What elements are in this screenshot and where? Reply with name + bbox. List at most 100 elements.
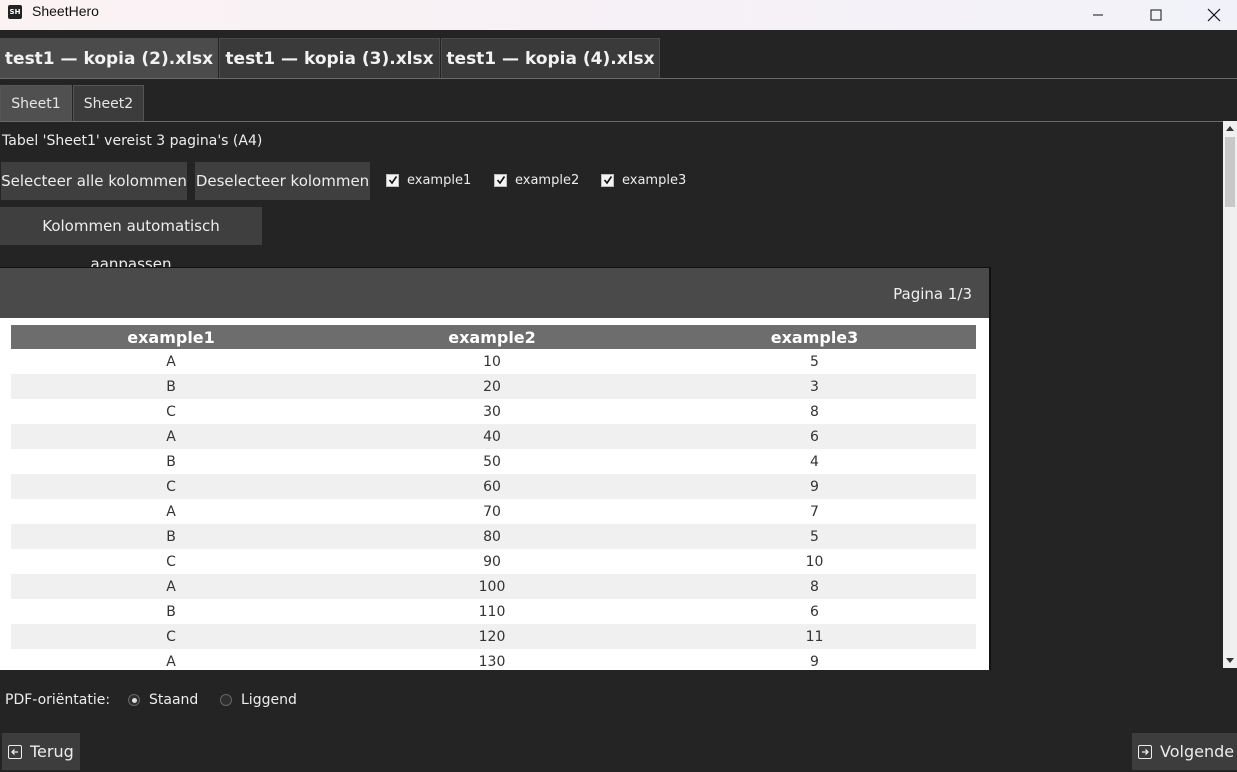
- page-count-info: Tabel 'Sheet1' vereist 3 pagina's (A4): [2, 133, 263, 149]
- window-title: SheetHero: [32, 3, 99, 19]
- table-row: C 120 11: [11, 624, 976, 649]
- table-row: B 20 3: [11, 374, 976, 399]
- table-cell: C: [166, 403, 176, 420]
- table-cell: 30: [483, 403, 501, 420]
- deselect-columns-button[interactable]: Deselecteer kolommen: [195, 162, 370, 200]
- back-button-label: Terug: [30, 742, 74, 761]
- scrollbar-thumb[interactable]: [1225, 137, 1235, 207]
- table-cell: 6: [810, 603, 819, 620]
- tab-sheet1[interactable]: Sheet1: [0, 85, 72, 121]
- table-cell: 11: [805, 628, 824, 645]
- arrow-left-box-icon: [8, 744, 22, 759]
- column-checkbox-label: example1: [407, 172, 472, 188]
- table-row: A 100 8: [11, 574, 976, 599]
- minimize-button[interactable]: [1075, 0, 1121, 30]
- table-cell: 9: [810, 478, 819, 495]
- table-cell: B: [166, 528, 176, 545]
- table-row: B 50 4: [11, 449, 976, 474]
- checkbox-checked-icon[interactable]: [601, 173, 614, 187]
- table-cell: B: [166, 453, 176, 470]
- file-tab-kopia-3[interactable]: test1 — kopia (3).xlsx: [219, 38, 440, 78]
- close-icon: [1207, 8, 1221, 22]
- column-checkbox-example2[interactable]: example2: [494, 171, 579, 189]
- table-cell: 80: [483, 528, 501, 545]
- table-cell: B: [166, 378, 176, 395]
- close-button[interactable]: [1191, 0, 1237, 30]
- column-checkbox-label: example3: [622, 172, 687, 188]
- table-cell: 10: [483, 353, 501, 370]
- table-cell: A: [166, 353, 176, 370]
- checkbox-checked-icon[interactable]: [386, 173, 399, 187]
- maximize-icon: [1150, 9, 1162, 21]
- next-button[interactable]: Volgende: [1132, 733, 1237, 770]
- column-checkbox-label: example2: [515, 172, 580, 188]
- table-cell: 40: [483, 428, 501, 445]
- table-cell: A: [166, 503, 176, 520]
- tab-sheet2[interactable]: Sheet2: [73, 85, 144, 121]
- file-tab-kopia-2[interactable]: test1 — kopia (2).xlsx: [0, 38, 218, 78]
- table-header-cell: example3: [770, 327, 859, 347]
- scroll-down-icon[interactable]: [1223, 654, 1237, 668]
- preview-header: Pagina 1/3: [0, 268, 989, 318]
- table-cell: 4: [810, 453, 819, 470]
- table-row: A 10 5: [11, 349, 976, 374]
- table-cell: 10: [805, 553, 824, 570]
- page-indicator: Pagina 1/3: [893, 285, 972, 303]
- select-all-columns-button[interactable]: Selecteer alle kolommen: [1, 162, 187, 200]
- table-cell: C: [166, 628, 176, 645]
- minimize-icon: [1093, 14, 1103, 16]
- table-body: A 10 5 B 20 3 C 30 8 A 40 6 B 50 4 C 60 9 A 70 7 B 80 5 C 90 10 A 10…: [11, 349, 976, 670]
- table-cell: C: [166, 478, 176, 495]
- table-cell: 6: [810, 428, 819, 445]
- title-bar: SH SheetHero: [0, 0, 1237, 30]
- arrow-right-box-icon: [1138, 744, 1152, 759]
- table-cell: 3: [810, 378, 819, 395]
- next-button-label: Volgende: [1160, 742, 1235, 761]
- table-cell: 8: [810, 578, 819, 595]
- table-cell: B: [166, 603, 176, 620]
- table-row: C 90 10: [11, 549, 976, 574]
- table-row: A 130 9: [11, 649, 976, 670]
- radio-label: Staand: [149, 692, 199, 708]
- table-cell: C: [166, 553, 176, 570]
- autofit-columns-button[interactable]: Kolommen automatisch aanpassen: [0, 207, 262, 273]
- page-preview: Pagina 1/3 example1 example2 example3 A 1…: [0, 267, 991, 670]
- table-header-cell: example2: [448, 327, 536, 347]
- file-tab-kopia-4[interactable]: test1 — kopia (4).xlsx: [441, 38, 660, 78]
- table-cell: 20: [483, 378, 501, 395]
- checkbox-checked-icon[interactable]: [494, 173, 507, 187]
- table-cell: 100: [478, 578, 506, 595]
- radio-selected-icon[interactable]: [128, 694, 140, 706]
- table-cell: 130: [478, 653, 506, 670]
- column-checkbox-example1[interactable]: example1: [386, 171, 471, 189]
- orientation-radio-staand[interactable]: Staand: [128, 692, 198, 708]
- table-row: C 30 8: [11, 399, 976, 424]
- radio-label: Liggend: [241, 692, 297, 708]
- table-cell: 8: [810, 403, 819, 420]
- radio-unselected-icon[interactable]: [220, 694, 232, 706]
- orientation-radio-liggend[interactable]: Liggend: [220, 692, 297, 708]
- table-row: B 110 6: [11, 599, 976, 624]
- table-row: A 70 7: [11, 499, 976, 524]
- table-cell: 90: [483, 553, 501, 570]
- file-tab-bar: test1 — kopia (2).xlsx test1 — kopia (3)…: [0, 38, 1237, 79]
- maximize-button[interactable]: [1133, 0, 1179, 30]
- table-cell: A: [166, 428, 176, 445]
- preview-table: example1 example2 example3 A 10 5 B 20 3 C 30 8 A…: [11, 325, 976, 670]
- sheet-tab-bar: Sheet1 Sheet2: [0, 85, 1237, 122]
- back-button[interactable]: Terug: [2, 733, 80, 770]
- scroll-up-icon[interactable]: [1223, 121, 1237, 135]
- table-cell: A: [166, 653, 176, 670]
- table-cell: 60: [483, 478, 501, 495]
- table-cell: 5: [810, 353, 819, 370]
- app-logo-icon: SH: [8, 5, 22, 19]
- table-cell: 110: [478, 603, 506, 620]
- table-cell: 9: [810, 653, 819, 670]
- column-checkbox-example3[interactable]: example3: [601, 171, 686, 189]
- table-cell: 7: [810, 503, 819, 520]
- vertical-scrollbar[interactable]: [1223, 121, 1237, 668]
- table-row: B 80 5: [11, 524, 976, 549]
- table-cell: 70: [483, 503, 501, 520]
- table-cell: 5: [810, 528, 819, 545]
- table-cell: 50: [483, 453, 501, 470]
